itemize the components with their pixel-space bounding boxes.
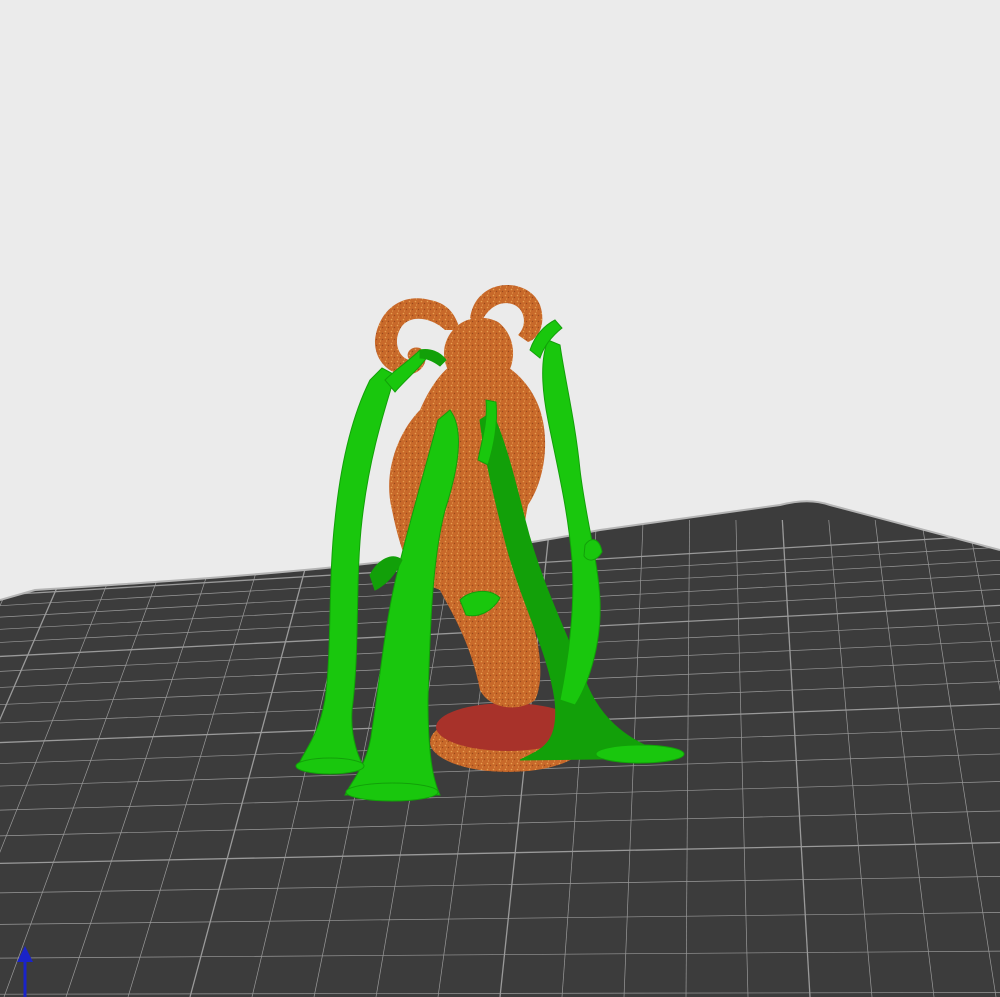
3d-viewport[interactable] bbox=[0, 0, 1000, 997]
z-axis-arrow-icon bbox=[17, 946, 33, 997]
support-foot bbox=[345, 782, 439, 802]
support-foot bbox=[295, 757, 365, 775]
scene-canvas[interactable] bbox=[0, 0, 1000, 997]
support-foot bbox=[595, 744, 685, 764]
